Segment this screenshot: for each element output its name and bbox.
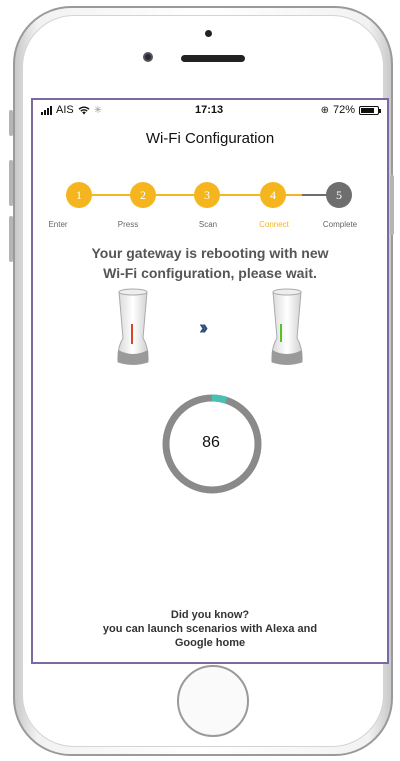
power-button [390,175,394,235]
step-1-label: Enter [48,220,68,229]
tip-heading: Did you know? [170,609,250,621]
step-3-label: Scan [198,220,218,229]
gateway-device-green-icon [271,288,303,365]
status-message-line-1: Your gateway is rebooting with new [91,245,329,261]
volume-up-button [9,160,13,206]
orientation-lock-icon: ⊕ [320,104,329,116]
step-5-label: Complete [322,220,358,229]
progress-stepper: 1 2 3 4 5 Enter Press Scan Connect Compl… [33,182,387,232]
signal-icon [41,105,52,115]
step-1-circle: 1 [66,182,92,208]
clock: 17:13 [195,104,224,116]
status-message: Your gateway is rebooting with new Wi-Fi… [33,243,387,283]
step-4-label: Connect [259,220,289,229]
step-3-circle: 3 [194,182,220,208]
tip-line-3: Google home [174,637,246,649]
page-title: Wi-Fi Configuration [145,130,275,147]
volume-down-button [9,216,13,262]
status-message-line-2: Wi-Fi configuration, please wait. [103,265,317,281]
status-bar: AIS ✳ 17:13 ⊕ 72% [33,100,387,122]
step-2-circle: 2 [130,182,156,208]
step-2-label: Press [117,220,139,229]
earpiece-speaker [181,55,245,62]
tip-line-2: you can launch scenarios with Alexa and [102,623,318,635]
mute-switch [9,110,13,136]
proximity-sensor [205,30,212,37]
gateway-device-red-icon [117,288,149,365]
step-4-circle: 4 [260,182,286,208]
wifi-icon [78,106,90,114]
carrier-name: AIS [56,104,74,116]
double-chevron-right-icon: ›› [199,317,209,339]
step-5-circle: 5 [326,182,352,208]
app-screen: AIS ✳ 17:13 ⊕ 72% Wi-Fi Configuration 1 … [31,98,389,664]
front-camera [143,52,153,62]
progress-value: 86 [202,434,220,451]
loading-spinner-icon: ✳ [93,104,103,116]
battery-percent: 72% [332,104,355,116]
battery-icon [359,105,381,115]
tip-message: Did you know? you can launch scenarios w… [33,608,387,650]
home-button[interactable] [177,665,249,737]
